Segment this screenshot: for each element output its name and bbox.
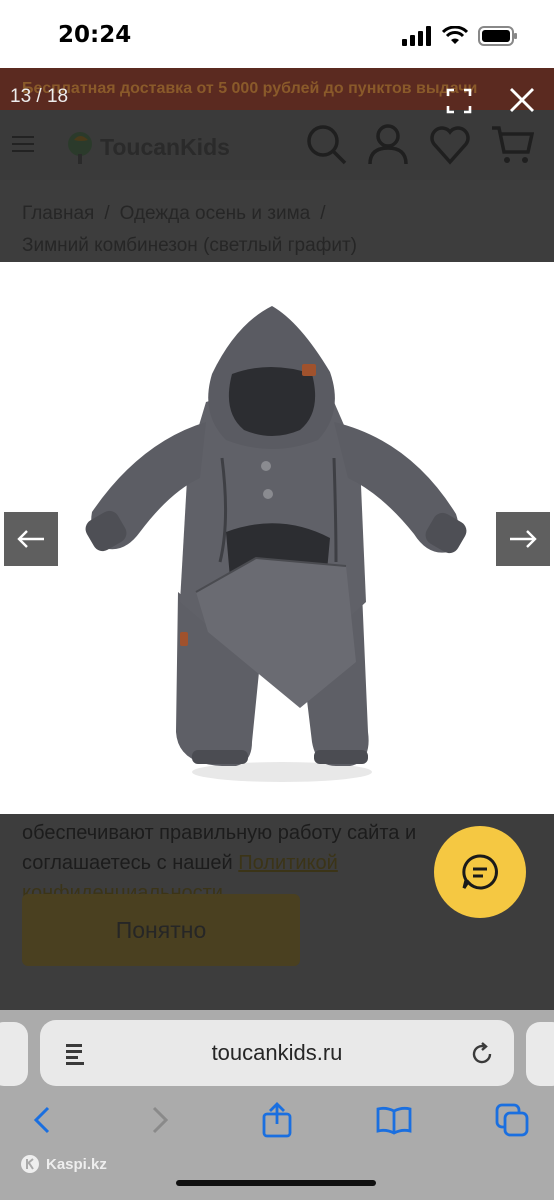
gallery-counter: 13 / 18 xyxy=(10,86,69,107)
home-indicator xyxy=(176,1180,376,1186)
breadcrumb-separator: / xyxy=(104,203,110,224)
prev-tab-preview[interactable] xyxy=(0,1022,28,1086)
gallery-image xyxy=(0,262,554,814)
forward-button[interactable] xyxy=(140,1100,180,1140)
share-icon xyxy=(262,1102,292,1138)
logo-text: ToucanKids xyxy=(100,133,230,160)
chevron-right-icon xyxy=(152,1106,169,1134)
fullscreen-icon[interactable] xyxy=(446,88,472,114)
reload-icon[interactable] xyxy=(470,1042,494,1066)
status-icons xyxy=(402,26,518,46)
product-image xyxy=(85,306,467,782)
tabs-button[interactable] xyxy=(492,1100,532,1140)
heart-icon[interactable] xyxy=(428,122,472,166)
breadcrumb: Главная / Одежда осень и зима / Зимний комб… xyxy=(22,198,532,262)
cart-icon[interactable] xyxy=(490,122,534,166)
back-button[interactable] xyxy=(22,1100,62,1140)
browser-bar: toucankids.ru Kaspi.kz xyxy=(0,1010,554,1200)
breadcrumb-home[interactable]: Главная xyxy=(22,203,94,224)
breadcrumb-separator: / xyxy=(320,203,326,224)
wifi-icon xyxy=(442,26,468,44)
toucan-logo-icon xyxy=(68,132,92,164)
browser-toolbar xyxy=(0,1100,554,1140)
gallery-prev-button[interactable] xyxy=(4,512,58,566)
bookmarks-button[interactable] xyxy=(374,1100,414,1140)
user-icon[interactable] xyxy=(366,122,410,166)
kaspi-logo-icon xyxy=(21,1155,39,1173)
tabs-icon xyxy=(495,1103,529,1137)
arrow-right-icon xyxy=(510,530,537,548)
status-bar: 20:24 xyxy=(0,0,554,68)
logo[interactable]: ToucanKids xyxy=(66,130,230,164)
chat-button[interactable] xyxy=(434,826,526,918)
breadcrumb-current: Зимний комбинезон (светлый графит) xyxy=(22,235,357,256)
battery-icon xyxy=(478,26,517,46)
site-header: ToucanKids xyxy=(0,110,554,180)
cookie-accept-button[interactable]: Понятно xyxy=(22,894,300,966)
arrow-left-icon xyxy=(17,530,44,548)
signal-icon xyxy=(402,26,431,46)
status-time: 20:24 xyxy=(58,22,132,48)
search-icon[interactable] xyxy=(304,122,348,166)
address-bar[interactable]: toucankids.ru xyxy=(40,1020,514,1086)
chat-icon xyxy=(462,854,498,890)
breadcrumb-category[interactable]: Одежда осень и зима xyxy=(120,203,311,224)
url-text[interactable]: toucankids.ru xyxy=(40,1020,514,1086)
share-button[interactable] xyxy=(257,1100,297,1140)
watermark: Kaspi.kz xyxy=(20,1154,107,1174)
next-tab-preview[interactable] xyxy=(526,1022,554,1086)
book-icon xyxy=(376,1106,412,1135)
menu-icon[interactable] xyxy=(12,136,34,152)
gallery-next-button[interactable] xyxy=(496,512,550,566)
chevron-left-icon xyxy=(33,1106,50,1134)
close-icon[interactable] xyxy=(508,86,536,114)
header-icons xyxy=(304,122,534,166)
